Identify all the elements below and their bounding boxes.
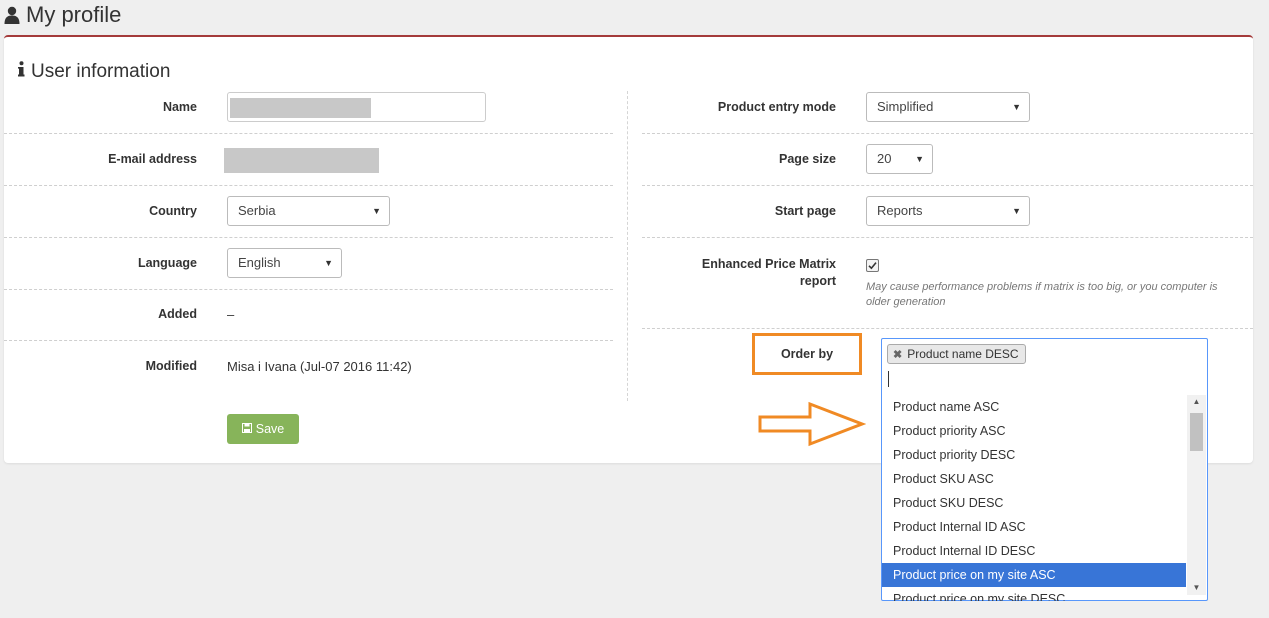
- selected-tag[interactable]: ✖ Product name DESC: [887, 344, 1026, 364]
- row-separator: [642, 328, 1253, 329]
- enhanced-price-matrix-checkbox[interactable]: [866, 259, 879, 272]
- page-title: My profile: [4, 2, 121, 28]
- remove-tag-icon[interactable]: ✖: [893, 348, 902, 361]
- row-separator: [4, 133, 613, 134]
- row-separator: [642, 133, 1253, 134]
- country-value: Serbia: [238, 203, 276, 218]
- product-entry-mode-label: Product entry mode: [717, 100, 836, 114]
- dropdown-arrow-icon: ▼: [915, 154, 924, 164]
- order-by-label: Order by: [780, 347, 834, 361]
- order-by-multiselect[interactable]: ✖ Product name DESC Product name ASC Pro…: [881, 338, 1208, 601]
- page-size-select[interactable]: 20 ▼: [866, 144, 933, 174]
- row-separator: [4, 185, 613, 186]
- annotation-arrow-icon: [758, 401, 866, 447]
- product-entry-mode-select[interactable]: Simplified ▼: [866, 92, 1030, 122]
- panel-heading: User information: [18, 61, 170, 83]
- modified-value: Misa i Ivana (Jul-07 2016 11:42): [227, 359, 412, 374]
- start-page-select[interactable]: Reports ▼: [866, 196, 1030, 226]
- start-page-value: Reports: [877, 203, 923, 218]
- enhanced-price-matrix-label: Enhanced Price Matrix report: [664, 256, 836, 290]
- page-size-value: 20: [877, 151, 892, 166]
- floppy-disk-icon: [241, 422, 252, 436]
- modified-label: Modified: [145, 359, 197, 373]
- order-by-annotation-box: Order by: [752, 333, 862, 375]
- language-select[interactable]: English ▼: [227, 248, 342, 278]
- enhanced-hint-line2: older generation: [866, 296, 946, 308]
- selected-tag-label: Product name DESC: [907, 347, 1019, 361]
- enhanced-label-line1: Enhanced Price Matrix: [701, 257, 836, 271]
- option-item[interactable]: Product Internal ID DESC: [882, 539, 1186, 563]
- row-separator: [4, 237, 613, 238]
- name-input[interactable]: [227, 92, 486, 122]
- page-size-label: Page size: [779, 152, 836, 166]
- option-item[interactable]: Product priority ASC: [882, 419, 1186, 443]
- country-select[interactable]: Serbia ▼: [227, 196, 390, 226]
- option-item[interactable]: Product Internal ID ASC: [882, 515, 1186, 539]
- scrollbar-thumb[interactable]: [1190, 413, 1203, 451]
- email-label: E-mail address: [108, 152, 197, 166]
- dropdown-arrow-icon: ▼: [1012, 206, 1021, 216]
- order-by-options-list: Product name ASC Product priority ASC Pr…: [882, 395, 1186, 601]
- save-button[interactable]: Save: [227, 414, 299, 444]
- product-entry-mode-value: Simplified: [877, 99, 934, 114]
- option-item[interactable]: Product SKU ASC: [882, 467, 1186, 491]
- info-icon: [18, 61, 25, 83]
- option-item[interactable]: Product price on my site DESC: [882, 587, 1186, 601]
- option-item[interactable]: Product name ASC: [882, 395, 1186, 419]
- options-scrollbar[interactable]: ▲ ▼: [1187, 395, 1206, 595]
- redacted-email: [224, 148, 379, 173]
- row-separator: [642, 237, 1253, 238]
- row-separator: [4, 289, 613, 290]
- text-caret: [888, 371, 889, 387]
- redacted-name: [230, 98, 371, 118]
- scroll-up-icon[interactable]: ▲: [1187, 395, 1206, 409]
- panel-heading-text: User information: [31, 61, 171, 82]
- page-title-text: My profile: [26, 2, 122, 27]
- dropdown-arrow-icon: ▼: [324, 258, 333, 268]
- row-separator: [642, 185, 1253, 186]
- option-item[interactable]: Product SKU DESC: [882, 491, 1186, 515]
- save-label: Save: [255, 422, 285, 436]
- added-value: –: [227, 307, 235, 322]
- country-label: Country: [149, 204, 197, 218]
- language-label: Language: [137, 256, 197, 270]
- enhanced-hint: May cause performance problems if matrix…: [866, 280, 1236, 310]
- name-label: Name: [162, 100, 197, 114]
- dropdown-arrow-icon: ▼: [1012, 102, 1021, 112]
- added-label: Added: [158, 307, 197, 321]
- row-separator: [4, 340, 613, 341]
- enhanced-hint-line1: May cause performance problems if matrix…: [866, 281, 1218, 293]
- start-page-label: Start page: [774, 204, 836, 218]
- column-divider: [627, 91, 628, 401]
- dropdown-arrow-icon: ▼: [372, 206, 381, 216]
- language-value: English: [238, 255, 281, 270]
- scroll-down-icon[interactable]: ▼: [1187, 581, 1206, 595]
- user-icon: [4, 6, 20, 24]
- option-item-highlighted[interactable]: Product price on my site ASC: [882, 563, 1186, 587]
- option-item[interactable]: Product priority DESC: [882, 443, 1186, 467]
- enhanced-label-line2: report: [799, 274, 836, 288]
- checkmark-icon: [868, 262, 877, 270]
